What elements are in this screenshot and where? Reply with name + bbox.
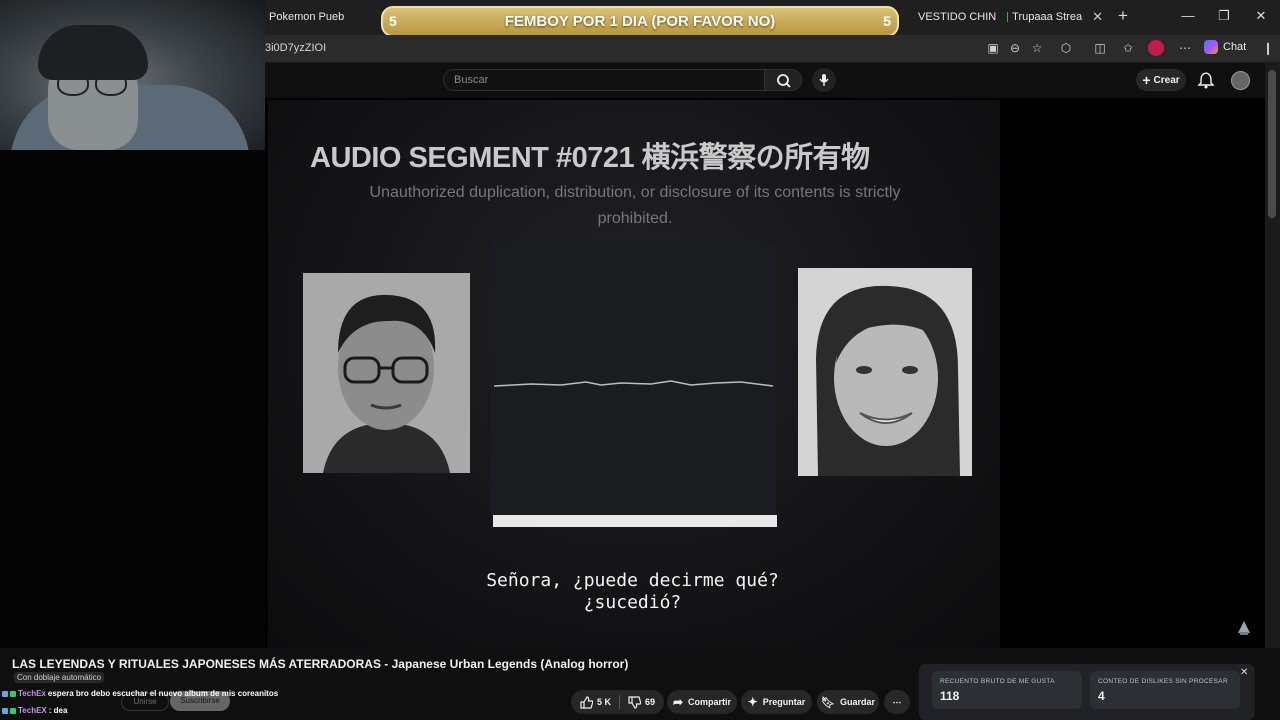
like-button[interactable]: 5 K — [580, 695, 611, 709]
webcam-overlay — [0, 0, 265, 150]
microphone-icon — [819, 74, 829, 86]
tab-trupaaa[interactable]: Trupaaa Strea ✕ — [1007, 6, 1103, 28]
share-button[interactable]: ➦ Compartir — [667, 690, 737, 714]
notifications-button[interactable] — [1196, 71, 1216, 89]
audio-progress-bar — [493, 515, 777, 527]
url-text[interactable]: 3i0D7yzZIOI — [265, 42, 326, 54]
tab-label: Trupaaa Strea — [1012, 11, 1083, 23]
share-label: Compartir — [688, 697, 732, 707]
search-button[interactable] — [765, 69, 802, 91]
video-title: LAS LEYENDAS Y RITUALES JAPONESES MÁS AT… — [12, 657, 629, 671]
man-portrait — [303, 273, 470, 473]
raw-likes-label: RECUENTO BRUTO DE ME GUSTA — [940, 678, 1055, 685]
tab-label: Pokemon Pueb — [269, 11, 345, 23]
split-screen-icon[interactable]: ◫ — [1092, 40, 1108, 56]
thumbs-down-icon — [628, 695, 641, 709]
like-count: 5 K — [596, 697, 611, 707]
more-dots-icon: ⋯ — [892, 696, 902, 707]
zoom-icon[interactable]: ⊖ — [1007, 40, 1023, 56]
raw-dislikes-value: 4 — [1098, 689, 1105, 703]
copilot-chat-button[interactable]: Chat — [1204, 40, 1246, 54]
warning-text: Unauthorized duplication, distribution, … — [369, 184, 901, 227]
chat-username: TechEx — [18, 689, 46, 698]
tab-label: VESTIDO CHIN — [918, 11, 996, 23]
audio-waveform-panel — [491, 243, 776, 515]
raw-dislikes-card: CONTEO DE DISLIKES SIN PROCESAR 4 — [1090, 671, 1240, 709]
extensions-icon[interactable]: ⬡ — [1058, 40, 1074, 56]
favorite-star-icon[interactable]: ☆ — [1029, 40, 1045, 56]
dislike-count: 69 — [645, 697, 656, 707]
reader-view-icon[interactable]: ▣ — [985, 40, 1001, 56]
plus-icon: + — [1142, 72, 1151, 88]
like-dislike-group: 5 K 69 — [571, 690, 664, 714]
chat-text: espera bro debo escuchar el nuevo album … — [47, 689, 279, 698]
dislike-button[interactable]: 69 — [628, 695, 656, 709]
favorites-icon[interactable]: ✩ — [1120, 40, 1136, 56]
chat-badge-icon — [10, 707, 16, 714]
close-tab-icon[interactable]: ✕ — [1092, 9, 1103, 25]
segment-title: AUDIO SEGMENT #0721 横浜警察の所有物 — [310, 142, 870, 174]
raw-likes-value: 118 — [940, 689, 960, 703]
save-button[interactable]: 🔖︎ Guardar — [817, 690, 879, 714]
new-tab-button[interactable]: + — [1115, 6, 1131, 26]
chat-badge-icon — [2, 690, 8, 697]
glasses-lens-left — [57, 72, 89, 96]
glasses-lens-right — [95, 72, 127, 96]
chat-message: TechEx espera bro debo escuchar el nuevo… — [2, 689, 278, 698]
raw-dislikes-label: CONTEO DE DISLIKES SIN PROCESAR — [1098, 678, 1228, 685]
waveform-line — [493, 380, 774, 387]
raw-likes-card: RECUENTO BRUTO DE ME GUSTA 118 — [932, 671, 1082, 709]
left-empty-area — [0, 150, 265, 648]
copilot-icon — [1204, 40, 1218, 54]
thumbs-up-icon — [580, 695, 593, 709]
minimize-button[interactable]: — — [1180, 8, 1196, 23]
tab-vestido[interactable]: VESTIDO CHIN ✕ — [918, 6, 996, 28]
streamer-hair — [38, 25, 148, 80]
share-icon: ➦ — [672, 695, 684, 709]
man-portrait-drawing — [303, 273, 470, 473]
chat-badge-icon — [2, 707, 8, 714]
chat-message: TechEX : dea — [2, 706, 67, 715]
banner-right-count: 5 — [883, 13, 891, 29]
channel-watermark-icon[interactable] — [1235, 619, 1253, 637]
divider — [619, 695, 620, 709]
sidebar-toggle-icon[interactable]: ❙ — [1260, 40, 1276, 56]
restore-button[interactable]: ❐ — [1216, 8, 1232, 24]
tab-favicon — [1007, 12, 1009, 22]
search-input[interactable]: Buscar — [443, 69, 765, 91]
bookmark-icon: 🔖︎ — [821, 696, 835, 709]
account-avatar[interactable] — [1231, 71, 1250, 90]
chat-badge-icon — [10, 690, 16, 697]
chat-label: Chat — [1223, 41, 1247, 53]
save-label: Guardar — [839, 697, 875, 707]
banner-text: FEMBOY POR 1 DIA (POR FAVOR NO) — [504, 13, 776, 30]
search-icon — [777, 74, 791, 88]
close-tab-icon[interactable]: ✕ — [354, 9, 355, 25]
chat-text: : dea — [48, 706, 68, 715]
sparkle-icon: ✦ — [747, 695, 758, 709]
more-actions-button[interactable]: ⋯ — [884, 690, 910, 714]
bell-icon — [1197, 72, 1215, 89]
create-button[interactable]: + Crear — [1136, 69, 1186, 91]
create-label: Crear — [1153, 74, 1180, 86]
tab-pokemon[interactable]: Pokemon Pueb ✕ — [265, 6, 355, 28]
close-window-button[interactable]: ✕ — [1253, 8, 1269, 24]
scrollbar-thumb[interactable] — [1268, 70, 1276, 218]
woman-portrait-drawing — [798, 268, 972, 476]
close-panel-icon[interactable]: ✕ — [1240, 667, 1248, 678]
ask-button[interactable]: ✦ Preguntar — [741, 690, 812, 714]
woman-portrait — [798, 268, 972, 476]
video-subtitle: Señora, ¿puede decirme qué? ¿sucedió? — [486, 570, 779, 613]
profile-icon[interactable] — [1148, 40, 1164, 56]
ask-label: Preguntar — [762, 697, 806, 707]
more-menu-icon[interactable]: ⋯ — [1177, 40, 1193, 56]
voice-search-button[interactable] — [812, 68, 836, 92]
dubbing-badge: Con doblaje automático — [14, 672, 105, 683]
chat-username: TechEX — [18, 706, 47, 715]
stream-title-banner: 5 FEMBOY POR 1 DIA (POR FAVOR NO) 5 — [381, 6, 899, 37]
